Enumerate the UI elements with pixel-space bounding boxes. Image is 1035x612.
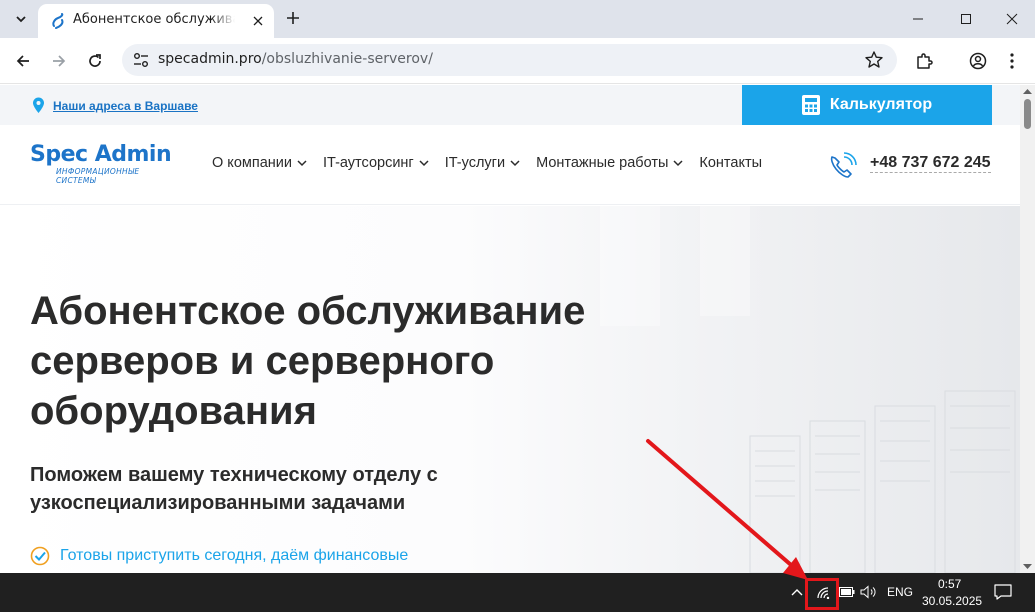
input-language-indicator[interactable]: ENG [887,585,913,599]
phone-icon [830,152,857,178]
address-link-text: Наши адреса в Варшаве [53,98,198,113]
site-header: Spec Admin ИНФОРМАЦИОННЫЕ СИСТЕМЫ О комп… [0,125,1020,205]
calculator-button[interactable]: Калькулятор [742,85,992,125]
bookmark-star-icon[interactable] [864,50,884,70]
calculator-icon [801,95,820,115]
notification-center-button[interactable] [990,581,1016,603]
volume-tray-button[interactable] [858,581,880,603]
clock-date[interactable]: 30.05.2025 [922,594,982,608]
profile-button[interactable] [964,47,992,75]
maximize-window-button[interactable] [942,0,990,38]
address-bar[interactable]: specadmin.pro/obsluzhivanie-serverov/ [122,44,897,76]
logo-tagline: ИНФОРМАЦИОННЫЕ СИСТЕМЫ [56,167,140,185]
minimize-icon [913,18,923,20]
chevron-down-icon [510,159,520,166]
scrollbar-thumb[interactable] [1024,99,1031,129]
phone-number-link[interactable]: +48 737 672 245 [870,154,991,173]
url-path: /obsluzhivanie-serverov/ [261,51,433,67]
spec-admin-logo[interactable]: Spec Admin ИНФОРМАЦИОННЫЕ СИСТЕМЫ [30,142,182,186]
notification-icon [994,584,1012,600]
new-tab-button[interactable] [283,8,303,28]
hero-section: Абонентское обслуживание серверов и серв… [0,206,1020,573]
scroll-up-arrow-icon[interactable] [1023,88,1032,95]
tab-close-button[interactable] [248,11,268,31]
tab-title: Абонентское обслуживание серверов [73,12,235,30]
nav-item-label: Контакты [699,155,763,171]
warsaw-addresses-link[interactable]: Наши адреса в Варшаве [32,97,198,114]
extensions-button[interactable] [910,47,938,75]
logo-wordmark: Spec Admin [30,142,172,167]
browser-menu-button[interactable] [998,47,1026,75]
site-settings-icon[interactable] [132,51,150,69]
nav-item-label: IT-аутсорсинг [322,155,414,171]
maximize-icon [961,14,971,24]
reload-icon [89,54,101,67]
clock-time[interactable]: 0:57 [938,577,961,591]
location-pin-icon [33,97,44,113]
nav-item-it-services[interactable]: IT-услуги [445,155,520,171]
hero-feature-text: Готовы приступить сегодня, даём финансов… [60,547,409,564]
web-page: Наши адреса в Варшаве Калькулятор Spec A… [0,85,1020,573]
windows-taskbar: ENG 0:57 30.05.2025 [0,573,1035,612]
nav-item-about[interactable]: О компании [212,155,307,171]
reload-button[interactable] [81,47,109,75]
check-circle-icon [30,546,50,566]
hero-subtitle: Поможем вашему техническому отделу с узк… [30,464,438,514]
close-icon [1006,13,1018,25]
scroll-down-arrow-icon[interactable] [1023,563,1032,570]
nav-item-label: О компании [212,155,292,171]
battery-icon [839,587,855,597]
hero-feature-item: Готовы приступить сегодня, даём финансов… [30,546,408,566]
puzzle-icon [917,53,933,69]
battery-tray-button[interactable] [838,581,856,603]
chevron-down-icon [419,159,429,166]
red-highlight-box [805,578,839,610]
forward-button[interactable] [45,47,73,75]
nav-item-contacts[interactable]: Контакты [699,155,762,171]
main-navigation: О компании IT-аутсорсинг IT-услуги Монта… [212,155,778,171]
plus-icon [287,12,299,24]
close-window-button[interactable] [988,0,1035,38]
chevron-down-icon [297,159,307,166]
close-icon [253,16,263,26]
page-scrollbar[interactable] [1020,85,1035,573]
url-text[interactable]: specadmin.pro/obsluzhivanie-serverov/ [158,51,433,67]
minimize-window-button[interactable] [894,0,942,38]
browser-tab[interactable]: Абонентское обслуживание серверов [38,4,274,38]
hero-title: Абонентское обслуживание серверов и серв… [30,289,586,433]
tab-search-button[interactable] [8,6,34,32]
chevron-up-icon [791,589,803,596]
nav-item-installation[interactable]: Монтажные работы [536,155,683,171]
browser-toolbar: specadmin.pro/obsluzhivanie-serverov/ [0,38,1035,84]
chevron-down-icon [673,159,683,166]
account-icon [969,52,987,70]
calculator-button-label: Калькулятор [829,96,933,113]
more-vertical-icon [1010,53,1014,69]
show-hidden-icons-button[interactable] [788,581,806,603]
url-host: specadmin.pro [158,51,262,67]
back-button[interactable] [9,47,37,75]
site-favicon-icon [52,13,64,29]
arrow-right-icon [53,55,66,67]
arrow-left-icon [16,55,29,67]
browser-tab-bar: Абонентское обслуживание серверов [0,0,1035,38]
chevron-down-icon [16,16,26,23]
top-info-strip: Наши адреса в Варшаве Калькулятор [0,85,1020,125]
nav-item-it-outsourcing[interactable]: IT-аутсорсинг [323,155,429,171]
speaker-icon [860,585,876,599]
nav-item-label: IT-услуги [444,155,506,171]
nav-item-label: Монтажные работы [536,155,669,171]
